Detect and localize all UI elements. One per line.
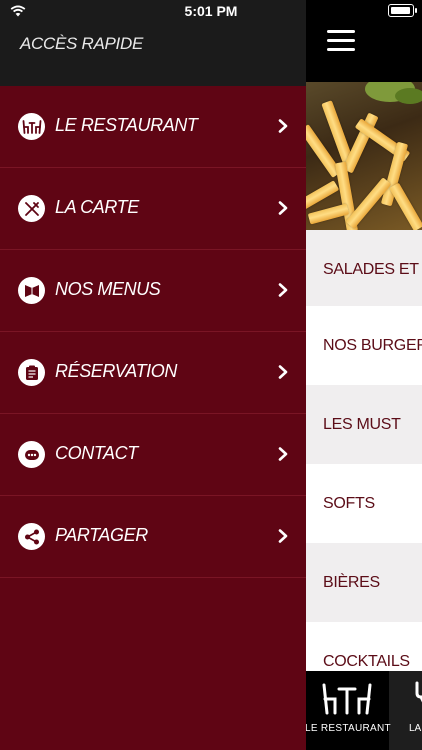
category-label: SALADES ET ENT (323, 260, 422, 278)
chevron-right-icon (278, 201, 288, 215)
drawer-item-reservation[interactable]: RÉSERVATION (0, 332, 306, 414)
drawer-item-label: PARTAGER (55, 525, 148, 545)
menu-content-panel: SALADES ET ENT NOS BURGERS / LES MUST SO… (305, 0, 422, 750)
category-row[interactable]: SALADES ET ENT (305, 230, 422, 309)
category-label: COCKTAILS (323, 652, 410, 670)
drawer-item-nos-menus[interactable]: NOS MENUS (0, 250, 306, 332)
menu-book-icon (18, 277, 45, 304)
drawer-item-le-restaurant[interactable]: LE RESTAURANT (0, 86, 306, 168)
drawer-item-contact[interactable]: CONTACT (0, 414, 306, 496)
utensils-icon (415, 681, 422, 703)
chevron-right-icon (278, 119, 288, 133)
contact-chat-icon (18, 441, 45, 468)
category-label: NOS BURGERS / (323, 336, 422, 354)
tab-label: LE RESTAURANT (305, 723, 391, 734)
drawer-item-label: LA CARTE (55, 197, 139, 217)
restaurant-table-icon (322, 683, 372, 715)
bottom-tab-bar: LE RESTAURANT LA (305, 671, 422, 750)
category-label: SOFTS (323, 494, 375, 512)
category-label: LES MUST (323, 415, 401, 433)
tab-la-carte[interactable]: LA (389, 671, 422, 750)
utensils-icon (18, 195, 45, 222)
chevron-right-icon (278, 447, 288, 461)
hero-fries-image (305, 82, 422, 230)
category-row[interactable]: SOFTS (305, 464, 422, 543)
category-label: BIÈRES (323, 573, 380, 591)
category-row[interactable]: BIÈRES (305, 543, 422, 622)
side-drawer: ACCÈS RAPIDE LE RESTAURANT LA CARTE NOS … (0, 0, 306, 750)
drawer-item-label: NOS MENUS (55, 279, 161, 299)
drawer-item-label: RÉSERVATION (55, 361, 177, 381)
drawer-item-label: LE RESTAURANT (55, 115, 198, 135)
share-icon (18, 523, 45, 550)
hamburger-menu-icon[interactable] (327, 30, 355, 52)
category-row[interactable]: NOS BURGERS / (305, 306, 422, 385)
chevron-right-icon (278, 529, 288, 543)
reservation-clipboard-icon (18, 359, 45, 386)
tab-le-restaurant[interactable]: LE RESTAURANT (305, 671, 391, 750)
category-row[interactable]: LES MUST (305, 385, 422, 464)
status-bar-time: 5:01 PM (184, 3, 238, 19)
drawer-item-la-carte[interactable]: LA CARTE (0, 168, 306, 250)
chevron-right-icon (278, 283, 288, 297)
drawer-item-partager[interactable]: PARTAGER (0, 496, 306, 578)
drawer-title: ACCÈS RAPIDE (20, 34, 143, 53)
drawer-item-label: CONTACT (55, 443, 138, 463)
chevron-right-icon (278, 365, 288, 379)
restaurant-table-icon (18, 113, 45, 140)
tab-label: LA (409, 723, 422, 734)
